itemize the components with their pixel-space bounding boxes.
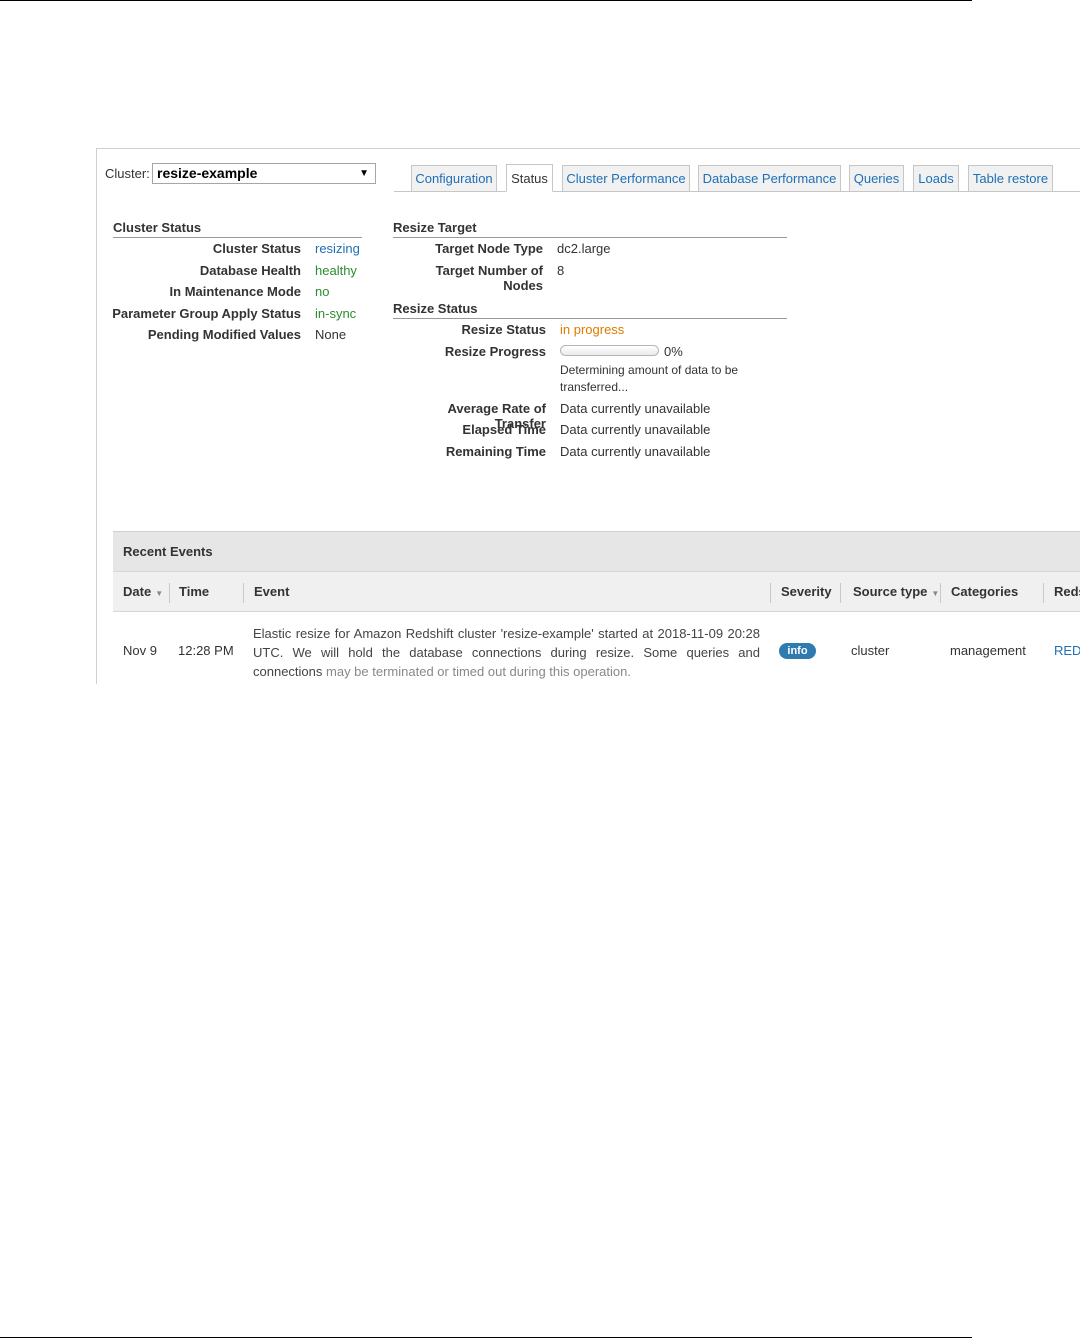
target-node-type-key: Target Node Type xyxy=(435,241,543,256)
target-nodes-key: Target Number of Nodes xyxy=(435,263,543,293)
pending-values-key: Pending Modified Values xyxy=(147,327,301,342)
database-health-key: Database Health xyxy=(199,263,301,278)
sort-down-icon: ▼ xyxy=(155,589,164,598)
event-source-type: cluster xyxy=(851,643,890,658)
event-categories: management xyxy=(950,643,1026,658)
column-source-type[interactable]: Source type ▼ xyxy=(843,572,939,612)
column-categories[interactable]: Categories xyxy=(941,572,1018,612)
elapsed-time-key: Elapsed Time xyxy=(462,422,546,437)
event-date: Nov 9 xyxy=(123,643,157,658)
tab-status[interactable]: Status xyxy=(506,164,553,192)
column-event[interactable]: Event xyxy=(244,572,289,612)
target-node-type-value: dc2.large xyxy=(557,241,611,256)
cluster-status-heading: Cluster Status xyxy=(113,220,362,238)
column-redshift[interactable]: Reds xyxy=(1044,572,1080,612)
database-health-value: healthy xyxy=(315,263,357,278)
column-date-label: Date xyxy=(123,584,152,599)
page-top-rule xyxy=(0,0,972,1)
resize-progress-percent: 0% xyxy=(664,344,683,359)
event-redshift-link[interactable]: RED xyxy=(1054,643,1080,658)
elapsed-time-value: Data currently unavailable xyxy=(560,422,711,437)
resize-status-key: Resize Status xyxy=(461,322,546,337)
cluster-select[interactable]: resize-example ▼ xyxy=(152,163,376,184)
sort-down-icon: ▼ xyxy=(931,589,940,598)
column-date[interactable]: Date ▼ xyxy=(113,572,163,612)
event-description: Elastic resize for Amazon Redshift clust… xyxy=(253,624,760,681)
tab-cluster-performance[interactable]: Cluster Performance xyxy=(562,165,690,192)
recent-events-heading: Recent Events xyxy=(113,531,1080,571)
resize-progress-note: Determining amount of data to be transfe… xyxy=(560,363,739,394)
event-time: 12:28 PM xyxy=(178,643,234,658)
resize-target-heading: Resize Target xyxy=(393,220,787,238)
cluster-status-value: resizing xyxy=(315,241,360,256)
parameter-group-key: Parameter Group Apply Status xyxy=(112,306,301,321)
column-divider xyxy=(840,583,841,603)
cluster-select-value: resize-example xyxy=(157,165,258,181)
pending-values-value: None xyxy=(315,327,347,342)
event-description-faded: may be terminated or timed out during th… xyxy=(326,664,631,679)
cluster-status-panel: Cluster: resize-example ▼ Configuration … xyxy=(96,148,1080,684)
remaining-time-value: Data currently unavailable xyxy=(560,444,711,459)
tab-configuration[interactable]: Configuration xyxy=(411,165,497,192)
resize-progress-key: Resize Progress xyxy=(444,344,546,359)
target-nodes-value: 8 xyxy=(557,263,565,278)
tab-table-restore[interactable]: Table restore xyxy=(968,165,1053,192)
remaining-time-key: Remaining Time xyxy=(445,444,546,459)
tab-database-performance[interactable]: Database Performance xyxy=(698,165,841,192)
column-severity[interactable]: Severity xyxy=(771,572,832,612)
column-time[interactable]: Time xyxy=(169,572,209,612)
tab-queries[interactable]: Queries xyxy=(849,165,904,192)
page-bottom-rule xyxy=(0,1337,972,1338)
events-table-header: Date ▼ Time Event Severity Source type ▼ C… xyxy=(113,571,1080,612)
average-rate-value: Data currently unavailable xyxy=(560,401,711,416)
cluster-status-key: Cluster Status xyxy=(212,241,301,256)
resize-status-heading: Resize Status xyxy=(393,301,787,319)
parameter-group-value: in-sync xyxy=(315,306,357,321)
tab-loads[interactable]: Loads xyxy=(913,165,959,192)
column-source-type-label: Source type xyxy=(853,584,928,599)
severity-badge: info xyxy=(779,643,816,659)
maintenance-mode-key: In Maintenance Mode xyxy=(169,284,301,299)
maintenance-mode-value: no xyxy=(315,284,330,299)
cluster-label: Cluster: xyxy=(105,166,150,181)
resize-progress-bar xyxy=(560,345,659,356)
resize-status-value: in progress xyxy=(560,322,625,337)
chevron-down-icon: ▼ xyxy=(359,168,369,179)
